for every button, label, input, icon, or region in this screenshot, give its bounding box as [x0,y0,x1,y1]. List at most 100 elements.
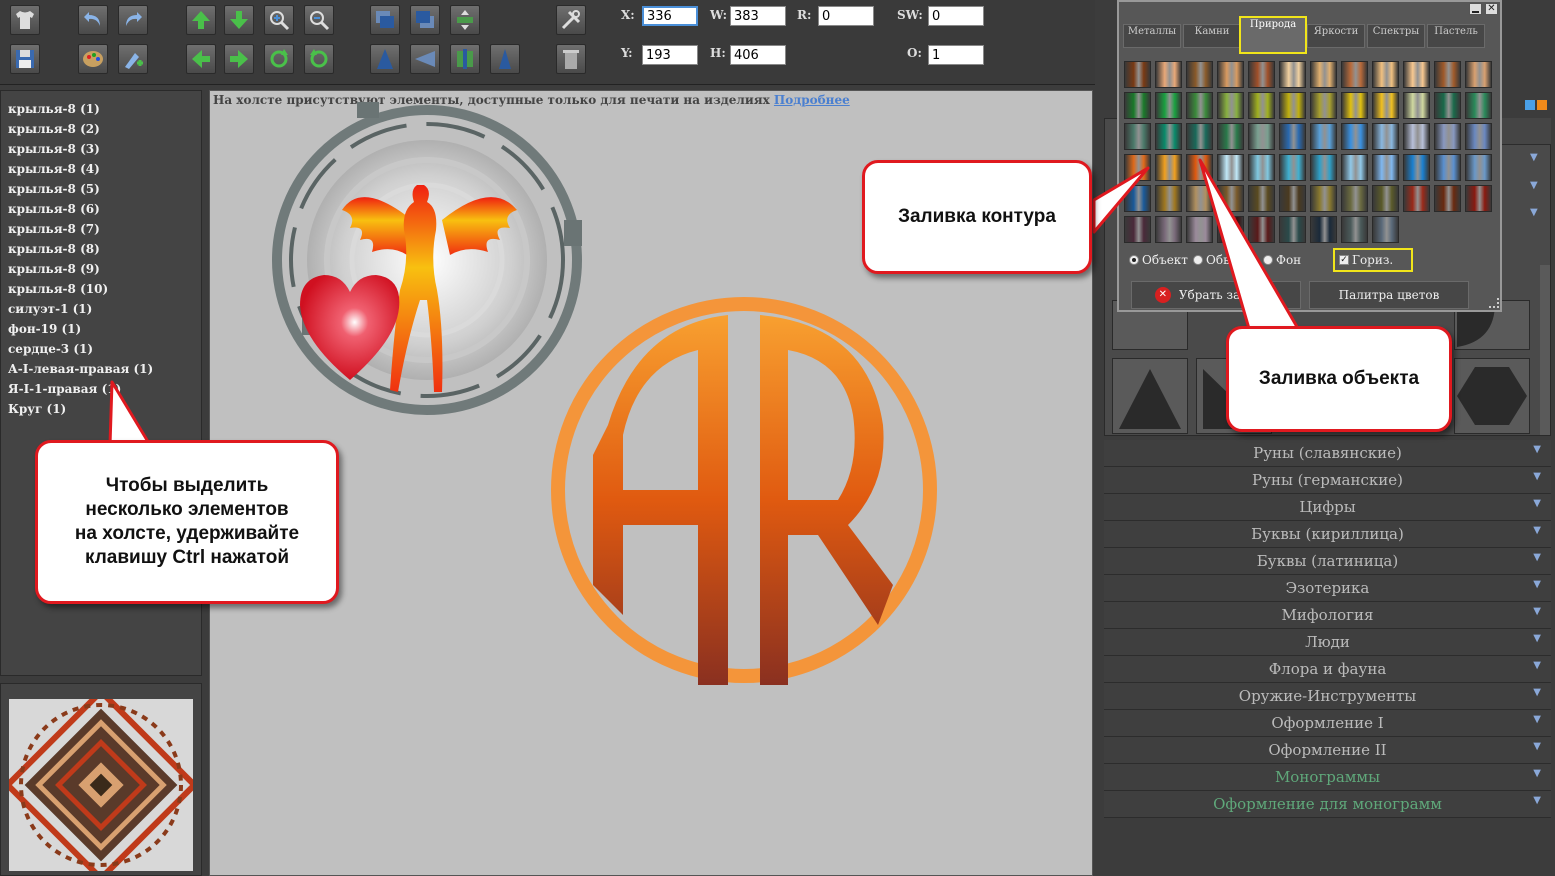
category-mythology[interactable]: Мифология ▼ [1104,602,1551,629]
color-swatch[interactable] [1372,92,1399,119]
color-swatch[interactable] [1248,123,1275,150]
tab-nature[interactable]: Природа [1239,16,1307,54]
layer-item[interactable]: крылья-8 (9) [8,259,201,279]
zoom-out-icon[interactable] [304,5,334,35]
color-swatch[interactable] [1186,61,1213,88]
trash-icon[interactable] [556,44,586,74]
rotate-ccw-icon[interactable] [304,44,334,74]
close-icon[interactable]: ✕ [1485,3,1498,15]
color-swatch[interactable] [1124,154,1151,181]
tools-icon[interactable] [556,5,586,35]
color-swatch[interactable] [1465,61,1492,88]
layer-item[interactable]: сердце-3 (1) [8,339,201,359]
layer-item[interactable]: крылья-8 (6) [8,199,201,219]
layer-item[interactable]: крылья-8 (4) [8,159,201,179]
color-swatch[interactable] [1155,92,1182,119]
layer-item[interactable]: А-I-левая-правая (1) [8,359,201,379]
category-people[interactable]: Люди ▼ [1104,629,1551,656]
color-swatch[interactable] [1465,92,1492,119]
color-swatch[interactable] [1341,92,1368,119]
color-swatch[interactable] [1341,61,1368,88]
send-back-icon[interactable] [410,5,440,35]
color-swatch[interactable] [1248,154,1275,181]
tab-metals[interactable]: Металлы [1123,24,1181,48]
details-link[interactable]: Подробнее [774,93,850,107]
layer-item[interactable]: крылья-8 (7) [8,219,201,239]
save-icon[interactable] [10,44,40,74]
shape-triangle[interactable] [1112,358,1188,434]
color-swatch[interactable] [1465,154,1492,181]
category-decor-2[interactable]: Оформление II ▼ [1104,737,1551,764]
color-swatch[interactable] [1434,92,1461,119]
layer-item[interactable]: крылья-8 (2) [8,119,201,139]
artwork-angel-heart[interactable] [262,100,592,430]
zoom-in-icon[interactable] [264,5,294,35]
chevron-down-icon[interactable]: ▼ [1530,207,1538,218]
color-palette-button[interactable]: Палитра цветов [1309,281,1469,309]
color-swatch[interactable] [1155,216,1182,243]
category-decor-1[interactable]: Оформление I ▼ [1104,710,1551,737]
arrow-down-icon[interactable] [224,5,254,35]
chevron-down-icon[interactable]: ▼ [1530,152,1538,163]
remove-fill-button[interactable]: ✕ Убрать заливку [1131,281,1301,309]
horizontal-checkbox[interactable]: ✓ Гориз. [1333,248,1414,272]
redo-icon[interactable] [118,5,148,35]
color-swatch[interactable] [1217,216,1244,243]
rotate-cw-icon[interactable] [264,44,294,74]
category-runes-slavic[interactable]: Руны (славянские) ▼ [1104,440,1551,467]
color-swatch[interactable] [1279,185,1306,212]
color-swatch[interactable] [1403,154,1430,181]
color-swatch[interactable] [1124,185,1151,212]
category-digits[interactable]: Цифры ▼ [1104,494,1551,521]
sw-input[interactable] [928,6,984,26]
skew-icon[interactable] [490,44,520,74]
layer-item[interactable]: фон-19 (1) [8,319,201,339]
color-swatch[interactable] [1155,185,1182,212]
preview-thumbnail[interactable] [9,699,193,871]
artwork-monogram-aya[interactable] [548,285,940,695]
w-input[interactable] [730,6,786,26]
color-swatch[interactable] [1186,154,1213,181]
color-swatch[interactable] [1434,123,1461,150]
fill-target-stroke[interactable]: Обводк [1193,253,1252,267]
color-swatch[interactable] [1217,92,1244,119]
color-swatch[interactable] [1279,92,1306,119]
color-swatch[interactable] [1279,61,1306,88]
color-swatch[interactable] [1155,61,1182,88]
layer-item[interactable]: крылья-8 (3) [8,139,201,159]
x-input[interactable] [642,6,698,26]
tab-stones[interactable]: Камни [1183,24,1241,48]
fill-target-object[interactable]: Объект [1129,253,1188,267]
color-swatch[interactable] [1341,185,1368,212]
o-input[interactable] [928,45,984,65]
color-swatch[interactable] [1248,61,1275,88]
layer-item[interactable]: Круг (1) [8,399,201,419]
color-swatch[interactable] [1372,185,1399,212]
color-swatch[interactable] [1310,123,1337,150]
category-esoteric[interactable]: Эзотерика ▼ [1104,575,1551,602]
category-weapons-tools[interactable]: Оружие-Инструменты ▼ [1104,683,1551,710]
color-swatch[interactable] [1434,61,1461,88]
y-input[interactable] [642,45,698,65]
color-swatch[interactable] [1465,123,1492,150]
color-swatch[interactable] [1124,92,1151,119]
color-swatch[interactable] [1124,61,1151,88]
category-latin[interactable]: Буквы (латиница) ▼ [1104,548,1551,575]
color-swatch[interactable] [1124,216,1151,243]
layer-item[interactable]: силуэт-1 (1) [8,299,201,319]
color-swatch[interactable] [1372,154,1399,181]
category-monograms[interactable]: Монограммы ▼ [1104,764,1551,791]
color-swatch[interactable] [1155,154,1182,181]
color-swatch[interactable] [1403,92,1430,119]
color-swatch[interactable] [1155,123,1182,150]
fill-target-background[interactable]: Фон [1263,253,1301,267]
tab-spectra[interactable]: Спектры [1367,24,1425,48]
share-icon[interactable] [1525,100,1535,110]
color-swatch[interactable] [1310,154,1337,181]
h-input[interactable] [730,45,786,65]
color-swatch[interactable] [1434,185,1461,212]
color-swatch[interactable] [1124,123,1151,150]
arrow-right-icon[interactable] [224,44,254,74]
color-swatch[interactable] [1341,216,1368,243]
resize-grip-icon[interactable] [1489,298,1499,308]
